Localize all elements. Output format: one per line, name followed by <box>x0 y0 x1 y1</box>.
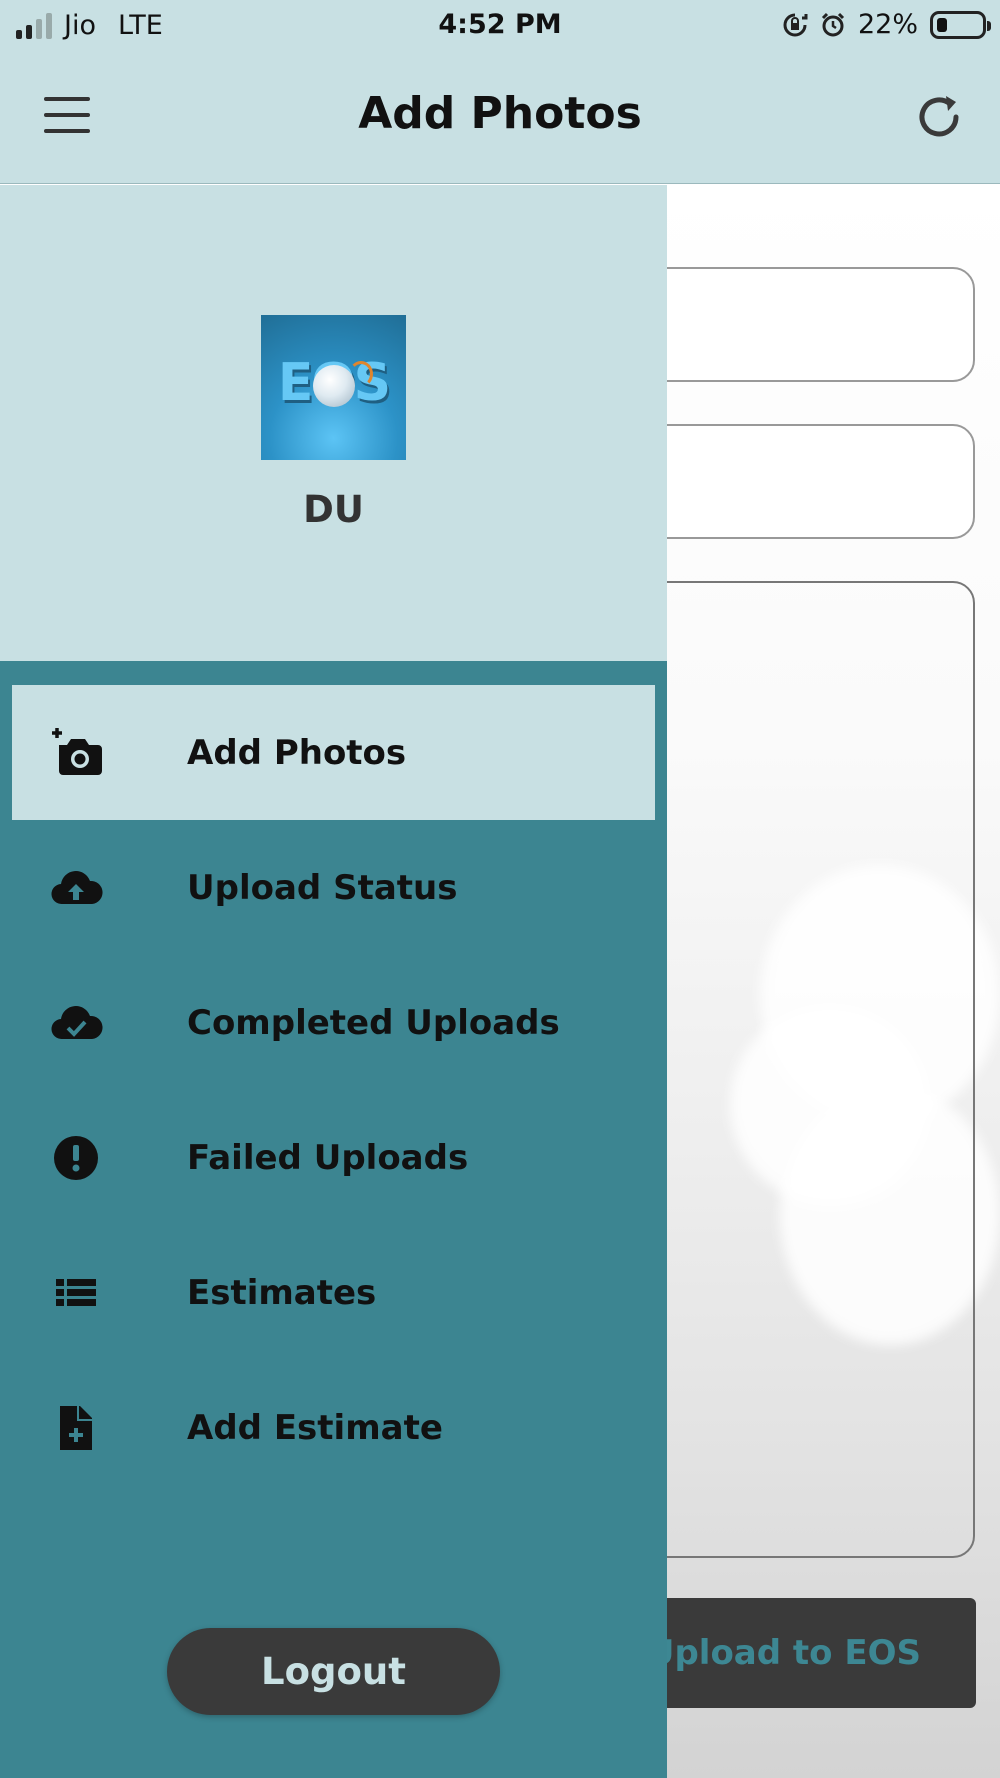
refresh-icon[interactable] <box>912 90 966 144</box>
navigation-drawer: EOS DU Add Photos Upload Status <box>0 185 667 1778</box>
logout-button[interactable]: Logout <box>167 1628 500 1715</box>
menu-item-add-estimate[interactable]: Add Estimate <box>12 1360 655 1495</box>
logo-swoosh-icon <box>349 361 373 387</box>
list-icon <box>56 1279 96 1306</box>
status-bar: Jio LTE 4:52 PM 22% <box>0 0 1000 50</box>
menu-label-add-photos: Add Photos <box>187 732 407 773</box>
menu-item-upload-status[interactable]: Upload Status <box>12 820 655 955</box>
add-camera-icon <box>52 728 102 775</box>
rotation-lock-icon <box>783 13 808 36</box>
status-right: 22% <box>782 9 991 40</box>
battery-icon <box>930 10 991 39</box>
menu-label-completed-uploads: Completed Uploads <box>187 1002 560 1043</box>
menu-item-estimates[interactable]: Estimates <box>12 1225 655 1360</box>
menu-item-completed-uploads[interactable]: Completed Uploads <box>12 955 655 1090</box>
alert-circle-icon <box>54 1136 98 1180</box>
cloud-check-icon <box>51 1006 103 1040</box>
menu-item-add-photos[interactable]: Add Photos <box>12 685 655 820</box>
menu-label-upload-status: Upload Status <box>187 867 458 908</box>
cloud-upload-icon <box>51 871 103 905</box>
page-title: Add Photos <box>358 88 642 139</box>
file-plus-icon <box>60 1406 92 1450</box>
user-name: DU <box>303 488 364 531</box>
app-header: Add Photos <box>0 50 1000 184</box>
menu-label-add-estimate: Add Estimate <box>187 1407 443 1448</box>
menu-label-failed-uploads: Failed Uploads <box>187 1137 469 1178</box>
drawer-menu: Add Photos Upload Status Completed Uploa… <box>12 685 655 1495</box>
battery-percent: 22% <box>857 9 918 40</box>
menu-item-failed-uploads[interactable]: Failed Uploads <box>12 1090 655 1225</box>
eos-logo: EOS <box>261 315 406 460</box>
menu-label-estimates: Estimates <box>187 1272 377 1313</box>
drawer-profile: EOS DU <box>0 185 667 661</box>
battery-fill <box>937 17 947 32</box>
alarm-icon <box>821 12 845 36</box>
